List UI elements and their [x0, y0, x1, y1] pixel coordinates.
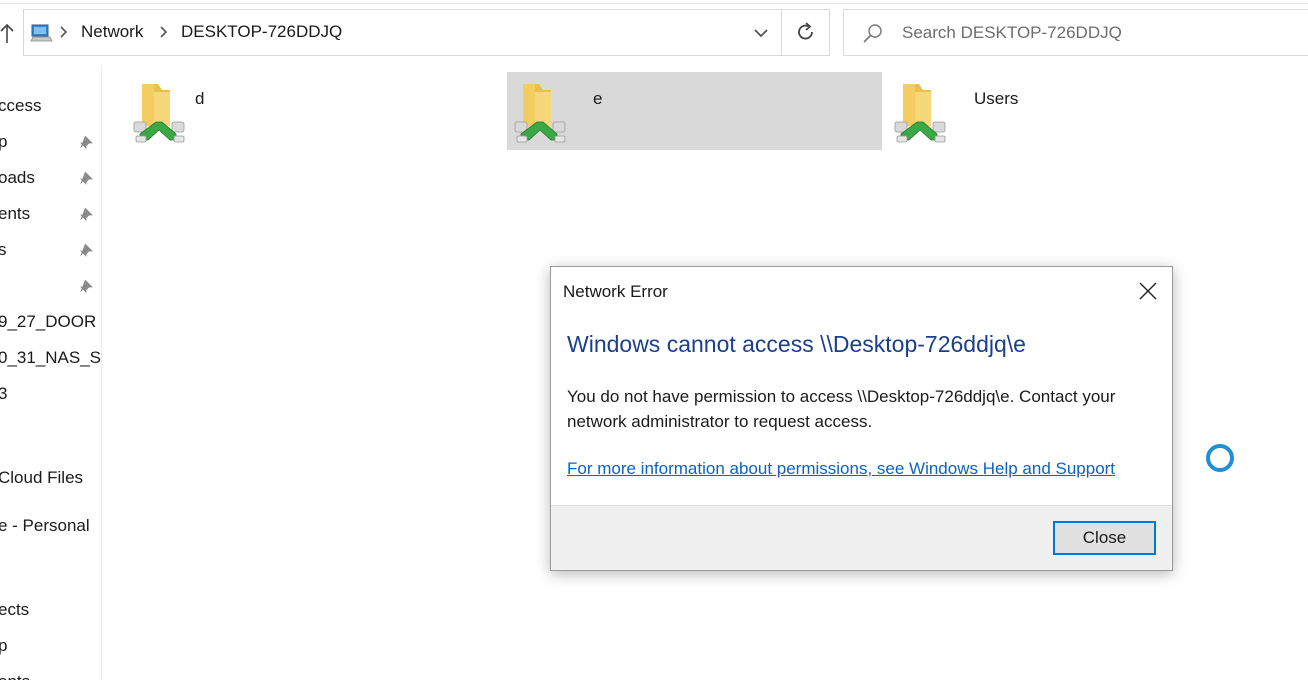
nav-item-folder-3[interactable]: 3: [0, 380, 101, 410]
chevron-right-icon[interactable]: [158, 25, 168, 42]
nav-item-label: 9_27_DOOR: [0, 312, 97, 331]
address-history-dropdown[interactable]: [751, 10, 779, 57]
pin-icon: [80, 279, 94, 295]
refresh-icon: [796, 21, 816, 49]
nav-item-documents[interactable]: ents: [0, 200, 101, 230]
nav-item-folder-nas[interactable]: 0_31_NAS_Se: [0, 344, 102, 374]
close-button[interactable]: Close: [1053, 521, 1156, 555]
dialog-title: Network Error: [563, 282, 668, 301]
refresh-button[interactable]: [782, 9, 830, 56]
dialog-message: You do not have permission to access \\D…: [567, 387, 1116, 431]
nav-item-label: ents: [0, 672, 30, 680]
nav-item-pinned[interactable]: [0, 272, 101, 302]
address-bar[interactable]: Network DESKTOP-726DDJQ: [23, 9, 782, 56]
nav-item-label: ccess: [0, 96, 42, 115]
window-top-edge: [0, 0, 1308, 4]
network-folder-icon: [132, 76, 192, 146]
pin-icon: [80, 135, 94, 151]
nav-item-label: oads: [0, 168, 35, 187]
nav-item-label: e - Personal: [0, 516, 90, 535]
pin-icon: [80, 171, 94, 187]
loading-spinner-icon: [1206, 444, 1234, 472]
nav-item-3d-objects[interactable]: ects: [0, 596, 101, 626]
dialog-heading: Windows cannot access \\Desktop-726ddjq\…: [567, 331, 1026, 357]
dialog-footer: Close: [551, 505, 1172, 570]
search-box[interactable]: [843, 9, 1308, 56]
search-input[interactable]: [902, 20, 1302, 46]
nav-item-documents-2[interactable]: ents: [0, 668, 101, 680]
nav-item-label: Cloud Files: [0, 468, 84, 487]
nav-item-cloud-files[interactable]: Cloud Files: [0, 464, 101, 494]
nav-item-desktop[interactable]: p: [0, 128, 101, 158]
nav-item-pictures[interactable]: s: [0, 236, 101, 266]
network-error-dialog: Network Error Windows cannot access \\De…: [550, 266, 1173, 571]
nav-item-downloads[interactable]: oads: [0, 164, 101, 194]
help-link[interactable]: For more information about permissions, …: [567, 459, 1115, 479]
navigation-pane[interactable]: ccess p oads ents s 9_27_DOOR 0_31_NAS_S…: [0, 66, 102, 680]
network-folder-icon: [513, 76, 573, 146]
nav-item-onedrive-personal[interactable]: e - Personal: [0, 512, 101, 542]
file-item-d[interactable]: d: [110, 72, 485, 150]
pin-icon: [80, 243, 94, 259]
file-name: e: [593, 89, 603, 108]
nav-item-quick-access[interactable]: ccess: [0, 92, 101, 122]
pin-icon: [80, 207, 94, 223]
file-item-e[interactable]: e: [507, 72, 882, 150]
file-item-users[interactable]: Users: [889, 72, 1264, 150]
breadcrumb-network[interactable]: Network: [81, 22, 143, 42]
search-icon: [862, 23, 884, 50]
breadcrumb-computer[interactable]: DESKTOP-726DDJQ: [181, 22, 342, 42]
network-folder-icon: [893, 76, 953, 146]
file-name: d: [195, 89, 205, 108]
nav-item-label: p: [0, 132, 7, 152]
nav-item-folder-door[interactable]: 9_27_DOOR: [0, 308, 101, 338]
file-name: Users: [974, 89, 1019, 108]
computer-icon: [30, 23, 53, 43]
nav-item-label: 3: [0, 384, 7, 404]
nav-item-label: p: [0, 636, 7, 656]
chevron-right-icon[interactable]: [58, 25, 68, 42]
close-icon[interactable]: [1137, 280, 1159, 302]
nav-item-label: ents: [0, 204, 31, 223]
nav-item-label: 0_31_NAS_Se: [0, 348, 102, 367]
nav-item-label: ects: [0, 600, 30, 619]
nav-item-desktop-2[interactable]: p: [0, 632, 101, 662]
up-arrow-icon[interactable]: [0, 22, 14, 44]
nav-item-label: s: [0, 240, 7, 260]
